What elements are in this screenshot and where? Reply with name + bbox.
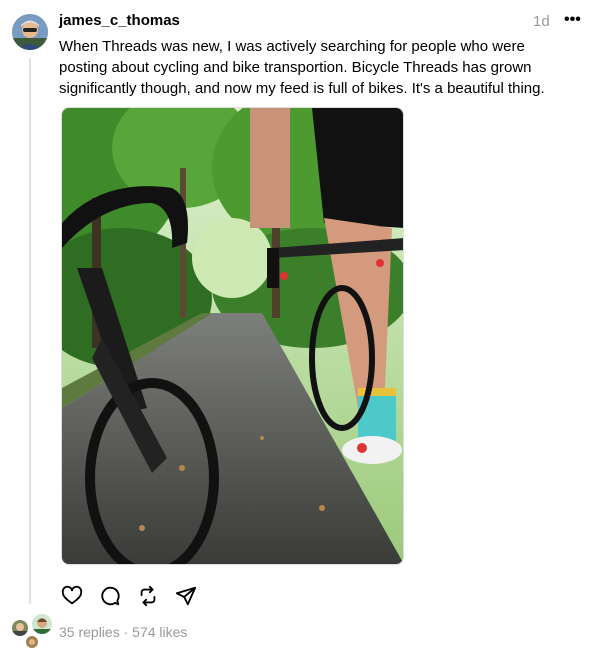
post-stats: 35 replies · 574 likes [59, 624, 187, 640]
username[interactable]: james_c_thomas [59, 12, 180, 29]
replies-count[interactable]: 35 replies [59, 624, 120, 640]
heart-icon[interactable] [60, 584, 84, 608]
repost-icon[interactable] [136, 584, 160, 608]
likes-count[interactable]: 574 likes [132, 624, 187, 640]
stats-separator: · [123, 624, 129, 640]
post-text: When Threads was new, I was actively sea… [59, 38, 545, 97]
reply-avatar [30, 612, 54, 636]
thread-line [29, 58, 31, 604]
author-avatar[interactable] [12, 14, 48, 50]
post-timestamp[interactable]: 1d [533, 13, 550, 30]
share-icon[interactable] [174, 584, 198, 608]
more-horizontal-icon[interactable]: ••• [564, 11, 581, 29]
action-bar [60, 584, 198, 608]
reply-avatar [24, 634, 40, 650]
reply-avatars[interactable] [10, 612, 54, 650]
comment-icon[interactable] [98, 584, 122, 608]
post-image[interactable] [61, 107, 404, 565]
